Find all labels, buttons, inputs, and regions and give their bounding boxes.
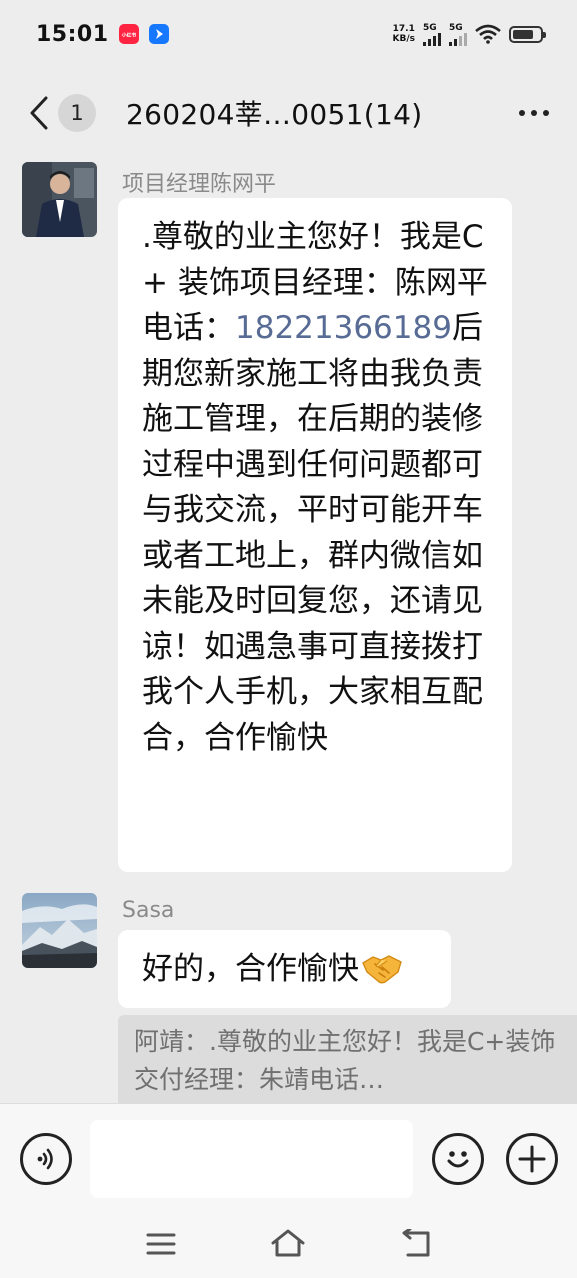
sim2-label: 5G (449, 22, 463, 33)
message-text: 好的，合作愉快 (142, 951, 359, 987)
status-bar: 15:01 小红书 17.1 KB/s 5G 5G (0, 0, 577, 68)
status-indicators: 17.1 KB/s 5G 5G (393, 23, 546, 46)
system-nav-bar (0, 1213, 577, 1278)
sim1-label: 5G (423, 22, 437, 33)
signal-bars-icon (423, 32, 441, 46)
battery-level (513, 29, 533, 39)
sim2-signal: 5G (449, 23, 467, 46)
handshake-icon (361, 951, 403, 999)
back-nav-button[interactable] (400, 1227, 434, 1263)
input-bar (0, 1103, 577, 1213)
menu-icon (146, 1233, 176, 1255)
sender-name: 项目经理陈网平 (122, 172, 277, 197)
navigation-app-icon (148, 24, 169, 44)
chat-header: 1 260204莘…0051(14) (0, 78, 577, 148)
back-button[interactable]: 1 (28, 94, 96, 132)
wifi-icon (475, 24, 501, 44)
status-time: 15:01 (36, 21, 109, 47)
message-input[interactable] (90, 1120, 413, 1198)
voice-input-button[interactable] (20, 1133, 72, 1185)
emoji-button[interactable] (432, 1133, 484, 1185)
more-dot (543, 110, 549, 116)
xiaohongshu-app-icon: 小红书 (118, 24, 139, 44)
return-icon (402, 1227, 430, 1257)
network-speed: 17.1 KB/s (393, 24, 415, 44)
more-functions-button[interactable] (506, 1133, 558, 1185)
smiley-icon (447, 1151, 469, 1168)
menu-button[interactable] (146, 1231, 176, 1261)
net-speed-unit: KB/s (392, 34, 415, 44)
more-dot (531, 110, 537, 116)
chat-title: 260204莘…0051(14) (126, 98, 423, 131)
battery-icon (509, 25, 546, 43)
app-badge-label: 小红书 (121, 32, 136, 38)
more-options-button[interactable] (515, 102, 553, 124)
net-speed-value: 17.1 (392, 24, 415, 34)
message-text: .尊敬的业主您好！我是C+ 装饰项目经理：陈网平电话：18221366189后期… (142, 215, 490, 761)
sender-name: Sasa (122, 898, 175, 923)
voice-icon (37, 1148, 53, 1170)
sim1-signal: 5G (423, 23, 441, 46)
chevron-left-icon (30, 96, 48, 130)
signal-bars-icon (449, 32, 467, 46)
message-bubble[interactable]: .尊敬的业主您好！我是C+ 装饰项目经理：陈网平电话：18221366189后期… (118, 198, 512, 872)
plus-icon (518, 1145, 546, 1173)
phone-link[interactable]: 18221366189 (235, 310, 452, 346)
unread-count-badge: 1 (58, 94, 96, 132)
avatar-sasa[interactable] (22, 893, 97, 968)
message-bubble[interactable]: 好的，合作愉快 (118, 930, 451, 1008)
more-dot (519, 110, 525, 116)
quoted-message-preview[interactable]: 阿靖：.尊敬的业主您好！我是C+装饰交付经理：朱靖电话… (118, 1015, 577, 1107)
home-icon (271, 1229, 305, 1257)
avatar-project-manager[interactable] (22, 162, 97, 237)
message-text-part: 后期您新家施工将由我负责施工管理，在后期的装修过程中遇到任何问题都可与我交流，平… (142, 310, 483, 756)
home-button[interactable] (270, 1227, 306, 1263)
